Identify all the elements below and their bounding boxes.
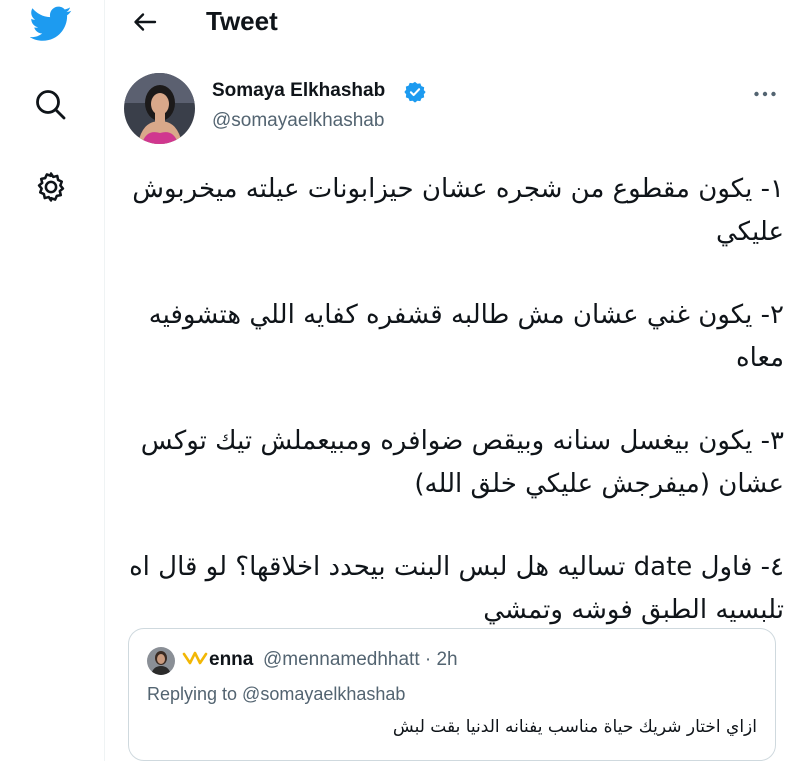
- crown-emoji-icon: [181, 649, 209, 671]
- quote-author-name: enna: [209, 649, 254, 670]
- back-arrow-icon[interactable]: [127, 4, 163, 40]
- page-title: Tweet: [206, 6, 278, 36]
- tweet-paragraph: ٣- يكون بيغسل سنانه وبيقص ضوافره ومبيعمل…: [140, 426, 784, 499]
- sidebar: [0, 0, 104, 761]
- quote-replying-to: Replying to @somayaelkhashab: [147, 684, 406, 704]
- search-icon[interactable]: [22, 76, 80, 134]
- tweet-paragraph: ٢- يكون غني عشان مش طالبه قشفره كفايه ال…: [148, 300, 784, 373]
- sidebar-divider: [104, 0, 105, 761]
- twitter-logo-icon[interactable]: [22, 0, 80, 53]
- quote-handle-time: @mennamedhhatt · 2h: [263, 649, 458, 670]
- settings-icon[interactable]: [22, 158, 80, 216]
- verified-badge-icon: [404, 81, 426, 103]
- header: Tweet: [105, 0, 800, 44]
- tweet-text: ١- يكون مقطوع من شجره عشان حيزابونات عيل…: [124, 168, 784, 632]
- quote-text: ازاي اختار شريك حياة مناسب يفنانه الدنيا…: [392, 717, 757, 737]
- author-avatar[interactable]: [124, 73, 195, 144]
- quote-author-avatar: [147, 647, 175, 675]
- tweet-paragraph: ٤- فاول date تساليه هل لبس البنت بيحدد ا…: [129, 552, 784, 625]
- more-options-icon[interactable]: [748, 82, 782, 106]
- author-name[interactable]: Somaya Elkhashab: [212, 80, 385, 102]
- tweet-paragraph: ١- يكون مقطوع من شجره عشان حيزابونات عيل…: [132, 174, 784, 247]
- quoted-tweet[interactable]: enna @mennamedhhatt · 2h Replying to @so…: [128, 628, 776, 761]
- author-handle[interactable]: @somayaelkhashab: [212, 110, 384, 132]
